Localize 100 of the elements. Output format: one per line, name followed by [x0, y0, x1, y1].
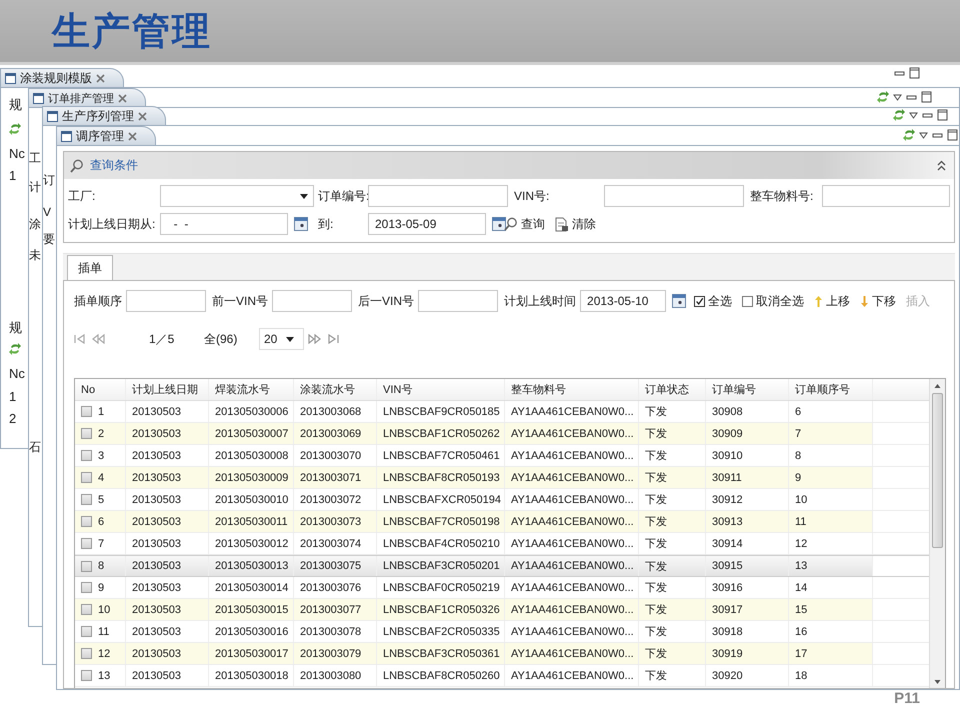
table-cell: 16 [789, 621, 873, 642]
table-cell: 20130503 [126, 599, 209, 620]
maximize-icon[interactable] [937, 109, 948, 121]
table-cell: 2013003073 [294, 511, 377, 532]
toolbar-button[interactable]: 下移 [860, 292, 896, 310]
collapse-icon[interactable] [937, 160, 946, 171]
dropdown-triangle-icon[interactable] [919, 132, 928, 138]
page-size-select[interactable]: 20 [259, 328, 304, 350]
date-field[interactable]: - - [160, 213, 288, 235]
window-tab[interactable]: 订单排产管理 [28, 88, 146, 107]
table-row[interactable]: 7 20130503 201305030012 2013003074 LNBSCBAF4CR050210 AY1AA461CEBAN0W0... 下发 30914 12 [75, 533, 929, 555]
input-field[interactable] [604, 185, 744, 207]
table-cell: 下发 [639, 599, 706, 620]
table-row[interactable]: 10 20130503 201305030015 2013003077 LNBSCBAF1CR050326 AY1AA461CEBAN0W0... 下发 30917 15 [75, 599, 929, 621]
checkbox[interactable] [694, 296, 706, 306]
window-tab[interactable]: 生产序列管理 [42, 106, 166, 125]
window-icon [61, 130, 72, 142]
checkbox[interactable] [742, 296, 754, 306]
row-checkbox[interactable] [81, 516, 92, 527]
column-header[interactable]: 订单编号 [706, 379, 789, 400]
row-checkbox[interactable] [81, 626, 92, 637]
column-header[interactable]: VIN号 [377, 379, 505, 400]
window-tab[interactable]: 涂装规则模版 [0, 68, 124, 87]
text-fragment: 工 [29, 150, 41, 166]
scroll-thumb[interactable] [932, 393, 943, 548]
row-checkbox[interactable] [81, 582, 92, 593]
row-checkbox[interactable] [81, 406, 92, 417]
refresh-icon[interactable] [9, 122, 21, 136]
maximize-icon[interactable] [921, 91, 932, 103]
close-icon[interactable] [96, 74, 105, 82]
maximize-icon[interactable] [947, 129, 958, 141]
table-row[interactable]: 8 20130503 201305030013 2013003075 LNBSCBAF3CR050201 AY1AA461CEBAN0W0... 下发 30915 13 [75, 555, 929, 577]
toolbar-button[interactable]: 清除 [555, 216, 596, 232]
table-row[interactable]: 12 20130503 201305030017 2013003079 LNBSCBAF3CR050361 AY1AA461CEBAN0W0... 下发 30919 17 [75, 643, 929, 665]
row-checkbox[interactable] [81, 604, 92, 615]
input-field[interactable] [418, 290, 498, 312]
close-icon[interactable] [128, 132, 137, 140]
calendar-icon[interactable] [492, 217, 506, 231]
last-page-icon[interactable] [327, 334, 339, 344]
text-fragment: 要 [43, 231, 55, 247]
refresh-icon[interactable] [9, 342, 21, 356]
scrollbar[interactable] [929, 379, 945, 688]
table-cell: 2013003078 [294, 621, 377, 642]
row-number: 7 [98, 538, 104, 550]
close-icon[interactable] [118, 94, 127, 102]
table-cell: 2013003076 [294, 577, 377, 598]
table-row[interactable]: 6 20130503 201305030011 2013003073 LNBSCBAF7CR050198 AY1AA461CEBAN0W0... 下发 30913 11 [75, 511, 929, 533]
column-header[interactable]: 订单顺序号 [789, 379, 873, 400]
table-cell: AY1AA461CEBAN0W0... [505, 511, 639, 532]
table-cell: 30908 [706, 401, 789, 422]
dropdown-triangle-icon[interactable] [893, 94, 902, 100]
input-field[interactable] [272, 290, 352, 312]
column-header[interactable]: 订单状态 [639, 379, 706, 400]
column-header[interactable]: No [75, 379, 126, 400]
date-field[interactable]: 2013-05-09 [368, 213, 486, 235]
table-cell: 30916 [706, 577, 789, 598]
row-checkbox[interactable] [81, 494, 92, 505]
text-fragment: 订 [43, 172, 55, 188]
calendar-icon[interactable] [294, 217, 308, 231]
next-page-icon[interactable] [308, 334, 321, 344]
input-field[interactable] [368, 185, 508, 207]
row-checkbox[interactable] [81, 472, 92, 483]
table-row[interactable]: 13 20130503 201305030018 2013003080 LNBSCBAF8CR050260 AY1AA461CEBAN0W0... 下发 30920 18 [75, 665, 929, 687]
calendar-icon[interactable] [672, 294, 686, 308]
close-icon[interactable] [138, 112, 147, 120]
row-checkbox[interactable] [81, 670, 92, 681]
maximize-icon[interactable] [909, 67, 920, 79]
dropdown-field[interactable] [160, 185, 314, 207]
text-fragment: V [43, 204, 52, 220]
table-row[interactable]: 4 20130503 201305030009 2013003071 LNBSCBAF8CR050193 AY1AA461CEBAN0W0... 下发 30911 9 [75, 467, 929, 489]
column-header[interactable]: 整车物料号 [505, 379, 639, 400]
previous-page-icon[interactable] [92, 334, 105, 344]
refresh-icon[interactable] [877, 90, 889, 104]
row-checkbox[interactable] [81, 538, 92, 549]
row-checkbox[interactable] [81, 428, 92, 439]
tab[interactable]: 插单 [67, 255, 113, 280]
tab-title: 涂装规则模版 [20, 70, 92, 86]
dropdown-triangle-icon[interactable] [909, 112, 918, 118]
input-field[interactable] [822, 185, 950, 207]
window-tab[interactable]: 调序管理 [56, 126, 156, 145]
table-cell: 下发 [639, 533, 706, 554]
input-field[interactable] [126, 290, 206, 312]
first-page-icon[interactable] [74, 334, 86, 344]
table-row[interactable]: 2 20130503 201305030007 2013003069 LNBSCBAF1CR050262 AY1AA461CEBAN0W0... 下发 30909 7 [75, 423, 929, 445]
row-number: 4 [98, 472, 104, 484]
column-header[interactable]: 计划上线日期 [126, 379, 209, 400]
row-checkbox[interactable] [81, 450, 92, 461]
table-cell: 9 [789, 467, 873, 488]
table-cell: AY1AA461CEBAN0W0... [505, 556, 639, 576]
toolbar-button[interactable]: 上移 [814, 292, 850, 310]
column-header[interactable]: 焊装流水号 [209, 379, 294, 400]
refresh-icon[interactable] [893, 108, 905, 122]
column-header[interactable]: 涂装流水号 [294, 379, 377, 400]
refresh-icon[interactable] [903, 128, 915, 142]
window-icon [33, 92, 44, 104]
row-checkbox[interactable] [81, 648, 92, 659]
row-checkbox[interactable] [81, 560, 92, 572]
table-cell: AY1AA461CEBAN0W0... [505, 467, 639, 488]
toolbar-button[interactable]: 查询 [504, 216, 545, 232]
date-field[interactable]: 2013-05-10 [580, 290, 666, 312]
